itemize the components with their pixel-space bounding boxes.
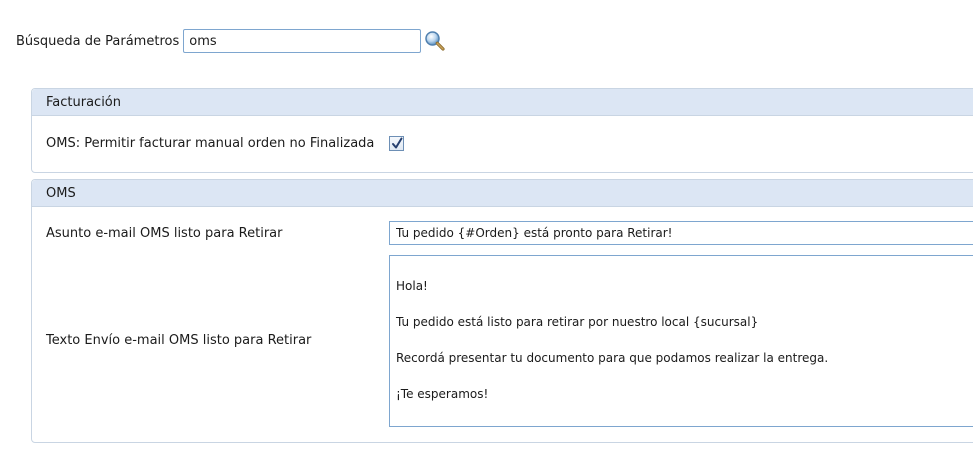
- permitir-facturar-checkbox[interactable]: [389, 136, 404, 151]
- textarea-line: Recordá presentar tu documento para que …: [396, 351, 829, 365]
- textarea-line: ¡Te esperamos!: [396, 387, 489, 401]
- texto-email-textarea[interactable]: Hola! Tu pedido está listo para retirar …: [389, 255, 973, 427]
- asunto-email-label: Asunto e-mail OMS listo para Retirar: [46, 226, 283, 241]
- parameter-search-row: Búsqueda de Parámetros: [16, 27, 446, 55]
- search-label: Búsqueda de Parámetros: [16, 33, 180, 49]
- texto-email-label: Texto Envío e-mail OMS listo para Retira…: [46, 333, 312, 348]
- permitir-facturar-label: OMS: Permitir facturar manual orden no F…: [46, 136, 375, 151]
- oms-panel: OMS Asunto e-mail OMS listo para Retirar…: [31, 179, 973, 443]
- asunto-email-input[interactable]: [389, 221, 973, 245]
- parameters-page: Búsqueda de Parámetros Facturación OMS: …: [0, 0, 973, 466]
- textarea-line: Hola!: [396, 279, 428, 293]
- oms-panel-header: OMS: [32, 180, 973, 207]
- magnifier-icon[interactable]: [424, 30, 446, 52]
- checkmark-icon: [392, 137, 403, 149]
- facturacion-panel-header: Facturación: [32, 89, 973, 116]
- facturacion-panel: Facturación OMS: Permitir facturar manua…: [31, 88, 973, 173]
- textarea-line: Tu pedido está listo para retirar por nu…: [396, 315, 759, 329]
- search-input[interactable]: [183, 29, 422, 53]
